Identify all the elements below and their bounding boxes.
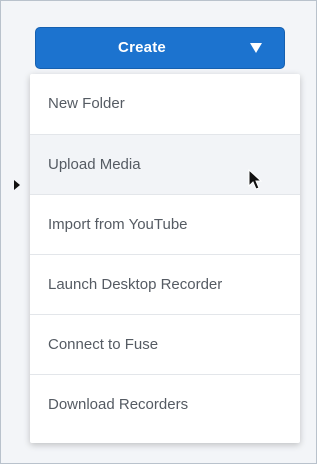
mouse-cursor-icon (248, 169, 262, 190)
menu-item-label: Import from YouTube (48, 216, 188, 233)
menu-item-label: Connect to Fuse (48, 336, 159, 353)
create-button-label: Create (118, 39, 166, 56)
menu-item-label: Launch Desktop Recorder (48, 276, 223, 293)
create-button[interactable]: Create (35, 27, 285, 69)
menu-item-new-folder[interactable]: New Folder (30, 74, 300, 134)
menu-item-launch-desktop-recorder[interactable]: Launch Desktop Recorder (30, 254, 300, 314)
left-arrow-icon[interactable] (14, 180, 20, 190)
menu-item-label: New Folder (48, 95, 125, 112)
menu-item-import-from-youtube[interactable]: Import from YouTube (30, 194, 300, 254)
caret-down-icon[interactable] (250, 43, 262, 53)
menu-item-label: Upload Media (48, 156, 141, 173)
menu-item-label: Download Recorders (48, 396, 189, 413)
menu-item-download-recorders[interactable]: Download Recorders (30, 374, 300, 434)
menu-item-connect-to-fuse[interactable]: Connect to Fuse (30, 314, 300, 374)
create-dropdown-menu: New Folder Upload Media Import from YouT… (30, 74, 300, 443)
